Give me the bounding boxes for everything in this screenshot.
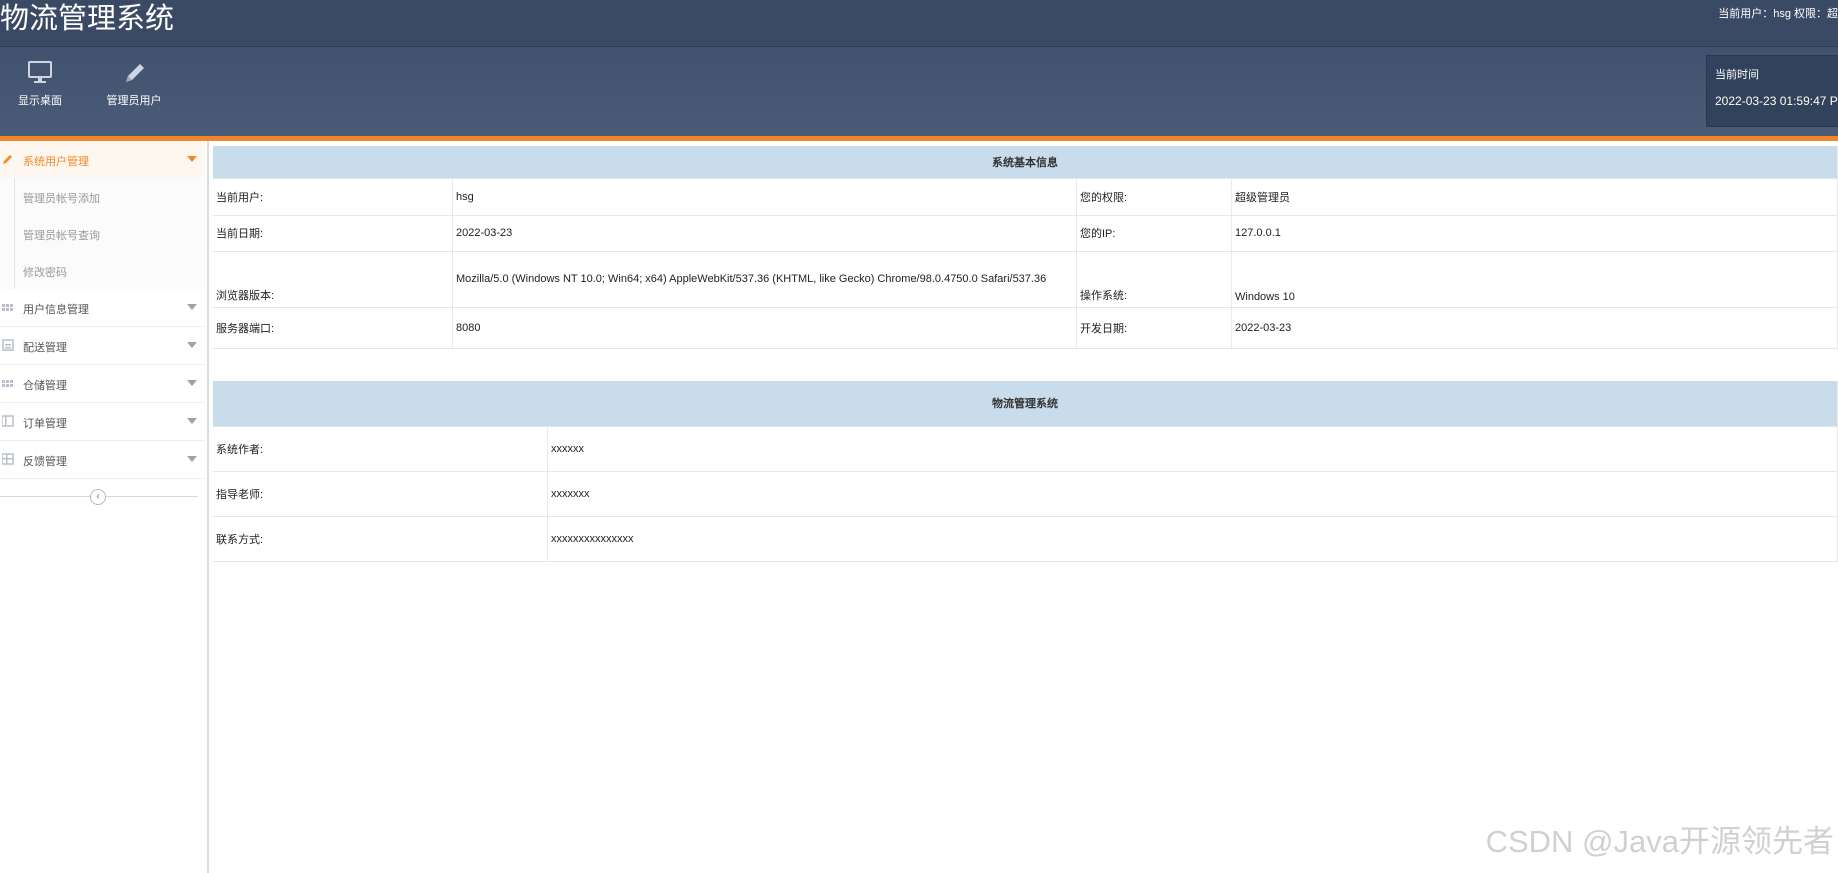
table-row: 系统作者: xxxxxx	[213, 426, 1838, 472]
menu-system-users[interactable]: 系统用户管理	[0, 141, 205, 179]
row-label: 浏览器版本:	[213, 251, 453, 308]
grid-icon	[2, 304, 13, 311]
menu-delivery[interactable]: 配送管理	[0, 327, 205, 365]
chevron-left-icon[interactable]: ‹	[90, 489, 106, 505]
menu-label: 用户信息管理	[23, 304, 89, 316]
table-row: 指导老师: xxxxxxx	[213, 471, 1838, 517]
row-label: 开发日期:	[1076, 307, 1232, 349]
row-label: 服务器端口:	[213, 307, 453, 349]
row-value: 8080	[452, 307, 1077, 349]
row-value: hsg	[452, 178, 1077, 216]
admin-user-button[interactable]: 管理员用户	[93, 60, 175, 120]
row-label: 您的IP:	[1076, 215, 1232, 252]
sidebar: 系统用户管理 管理员帐号添加 管理员帐号查询 修改密码 用户信息管理 配送管理	[0, 141, 209, 873]
chevron-down-icon	[187, 304, 197, 310]
watermark: CSDN @Java开源领先者	[1485, 824, 1834, 859]
row-value: xxxxxxx	[547, 471, 1838, 517]
row-label: 操作系统:	[1076, 251, 1232, 308]
submenu-change-password[interactable]: 修改密码	[0, 252, 205, 289]
row-value: xxxxxxxxxxxxxxx	[547, 516, 1838, 562]
table-row: 服务器端口: 8080 开发日期: 2022-03-23	[213, 307, 1838, 349]
row-value: xxxxxx	[547, 426, 1838, 472]
menu-warehouse[interactable]: 仓储管理	[0, 365, 205, 403]
system-info-table: 物流管理系统 系统作者: xxxxxx 指导老师: xxxxxxx 联系方式: …	[213, 381, 1838, 562]
menu-label: 配送管理	[23, 342, 67, 354]
time-value: 2022-03-23 01:59:47 P	[1715, 94, 1838, 108]
chevron-down-icon	[187, 156, 197, 162]
row-label: 系统作者:	[213, 426, 548, 472]
row-label: 联系方式:	[213, 516, 548, 562]
tree-line	[14, 215, 15, 252]
show-desktop-button[interactable]: 显示桌面	[0, 60, 80, 120]
submenu-add-admin[interactable]: 管理员帐号添加	[0, 178, 205, 215]
table-row: 当前日期: 2022-03-23 您的IP: 127.0.0.1	[213, 215, 1838, 252]
grid-icon	[2, 380, 13, 387]
basic-info-table: 系统基本信息 当前用户: hsg 您的权限: 超级管理员 当前日期: 2022-…	[213, 146, 1838, 349]
list-icon	[2, 415, 14, 427]
time-panel: 当前时间 2022-03-23 01:59:47 P	[1706, 55, 1838, 127]
tree-line	[14, 178, 15, 215]
row-label: 指导老师:	[213, 471, 548, 517]
top-bar: 物流管理系统 当前用户：hsg 权限：超	[0, 0, 1838, 47]
table-row: 当前用户: hsg 您的权限: 超级管理员	[213, 178, 1838, 216]
submenu-label: 管理员帐号查询	[23, 230, 100, 242]
chevron-down-icon	[187, 456, 197, 462]
row-value: Windows 10	[1231, 251, 1838, 308]
monitor-icon	[28, 61, 52, 83]
menu-label: 仓储管理	[23, 380, 67, 392]
submenu-query-admin[interactable]: 管理员帐号查询	[0, 215, 205, 252]
row-value: 127.0.0.1	[1231, 215, 1838, 252]
pencil-icon	[3, 155, 12, 164]
chevron-down-icon	[187, 418, 197, 424]
row-value: 2022-03-23	[1231, 307, 1838, 349]
header-accent-line	[0, 136, 1838, 141]
menu-orders[interactable]: 订单管理	[0, 403, 205, 441]
chevron-down-icon	[187, 380, 197, 386]
row-label: 您的权限:	[1076, 178, 1232, 216]
admin-user-label: 管理员用户	[106, 95, 162, 107]
submenu-label: 修改密码	[23, 267, 67, 279]
row-value: Mozilla/5.0 (Windows NT 10.0; Win64; x64…	[452, 251, 1077, 308]
menu-user-info[interactable]: 用户信息管理	[0, 289, 205, 327]
menu-label: 系统用户管理	[23, 156, 89, 168]
row-value: 2022-03-23	[452, 215, 1077, 252]
menu-label: 订单管理	[23, 418, 67, 430]
current-user-info: 当前用户：hsg 权限：超	[1718, 8, 1838, 20]
row-label: 当前用户:	[213, 178, 453, 216]
section-title: 物流管理系统	[213, 381, 1838, 427]
show-desktop-label: 显示桌面	[18, 95, 62, 107]
section-title: 系统基本信息	[213, 146, 1838, 179]
menu-label: 反馈管理	[23, 456, 67, 468]
table-row: 浏览器版本: Mozilla/5.0 (Windows NT 10.0; Win…	[213, 251, 1838, 308]
menu-feedback[interactable]: 反馈管理	[0, 441, 205, 479]
table-icon	[2, 453, 14, 465]
table-row: 联系方式: xxxxxxxxxxxxxxx	[213, 516, 1838, 562]
document-icon	[2, 339, 14, 351]
submenu-label: 管理员帐号添加	[23, 193, 100, 205]
chevron-down-icon	[187, 342, 197, 348]
row-value: 超级管理员	[1231, 178, 1838, 216]
app-title: 物流管理系统	[0, 3, 175, 35]
tree-line	[14, 252, 15, 289]
pencil-icon	[126, 64, 144, 82]
row-label: 当前日期:	[213, 215, 453, 252]
header-bar: 物流管理系统 当前用户：hsg 权限：超 显示桌面 管理员用户 当前时间 202…	[0, 0, 1838, 137]
time-label: 当前时间	[1715, 69, 1759, 81]
